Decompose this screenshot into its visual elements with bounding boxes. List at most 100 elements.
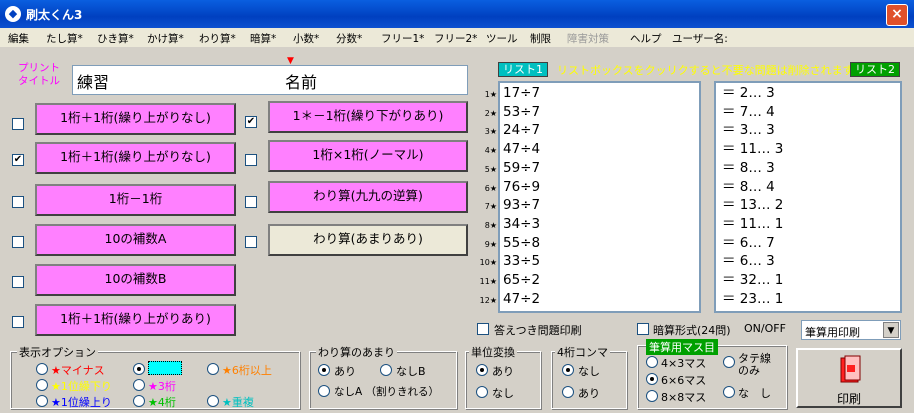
- comma-nashi-radio[interactable]: [562, 364, 574, 376]
- menu-subtraction[interactable]: ひき算*: [97, 31, 134, 46]
- opt-cyan-radio[interactable]: [133, 363, 145, 375]
- remainder-nashiA-radio[interactable]: [318, 385, 330, 397]
- menu-decimal[interactable]: 小数*: [293, 31, 319, 46]
- answer-list[interactable]: ＝ 2… 3 ＝ 7… 4 ＝ 3… 3 ＝ 11… 3 ＝ 8… 3 ＝ 8… 4 ＝ 1…: [714, 81, 902, 313]
- question-item[interactable]: 2★ 53÷7: [485, 104, 699, 121]
- menu-mental[interactable]: 暗算*: [250, 31, 276, 46]
- opt-carry-label: ★1位繰上り: [51, 396, 112, 409]
- unit-nashi-radio[interactable]: [476, 386, 488, 398]
- menu-free2[interactable]: フリー2*: [434, 31, 477, 46]
- menu-limit[interactable]: 制限: [530, 31, 551, 46]
- menu-username[interactable]: ユーザー名:: [672, 31, 728, 46]
- question-item[interactable]: 11★ 65÷2: [480, 272, 699, 289]
- right-checkbox-3[interactable]: [245, 196, 257, 208]
- print-button[interactable]: 印刷: [796, 348, 902, 408]
- list2-tab[interactable]: リスト2: [850, 62, 900, 77]
- question-item[interactable]: 10★ 33÷5: [480, 254, 699, 270]
- opt-6digit-radio[interactable]: [207, 363, 219, 375]
- comma-nashi-label: なし: [578, 365, 600, 378]
- grid-tate-radio[interactable]: [723, 356, 735, 368]
- question-item[interactable]: 6★ 76÷9: [485, 179, 699, 196]
- answer-print-checkbox[interactable]: [477, 323, 489, 335]
- opt-minus-radio[interactable]: [36, 363, 48, 375]
- answer-item[interactable]: ＝ 23… 1: [716, 291, 900, 308]
- left-button-5[interactable]: 10の補数B: [35, 264, 236, 296]
- menu-free1[interactable]: フリー1*: [381, 31, 424, 46]
- answer-item[interactable]: ＝ 11… 1: [716, 216, 900, 233]
- right-checkbox-1[interactable]: ✔: [245, 116, 257, 128]
- opt-carry-radio[interactable]: [36, 395, 48, 407]
- grid-nashi-radio[interactable]: [723, 386, 735, 398]
- grid-4x3-radio[interactable]: [646, 356, 658, 368]
- question-item[interactable]: 1★ 17÷7: [485, 85, 699, 102]
- grid-6x6-radio[interactable]: [646, 373, 658, 385]
- opt-dup-radio[interactable]: [207, 395, 219, 407]
- menu-help[interactable]: ヘルプ: [630, 31, 662, 46]
- question-item[interactable]: 7★ 93÷7: [485, 197, 699, 214]
- question-item[interactable]: 8★ 34÷3: [485, 216, 699, 233]
- mental-format-checkbox[interactable]: [637, 323, 649, 335]
- left-button-1[interactable]: 1桁＋1桁(繰り上がりなし): [35, 103, 236, 135]
- print-title-value: 練習: [77, 73, 110, 92]
- question-item[interactable]: 3★ 24÷7: [485, 122, 699, 139]
- grid-group: 筆算用マス目 4×3マス 6×6マス 8×8マス タテ線 のみ な し: [637, 339, 787, 409]
- left-checkbox-2[interactable]: ✔: [12, 154, 24, 166]
- question-item[interactable]: 9★ 55÷8: [485, 235, 699, 252]
- answer-item[interactable]: ＝ 8… 3: [716, 160, 900, 177]
- right-button-4[interactable]: わり算(あまりあり): [268, 224, 468, 256]
- question-item[interactable]: 12★ 47÷2: [480, 291, 699, 308]
- opt-minus-label: ★マイナス: [51, 364, 105, 377]
- answer-item[interactable]: ＝ 2… 3: [716, 85, 900, 102]
- right-button-3[interactable]: わり算(九九の逆算): [268, 181, 468, 213]
- right-checkbox-2[interactable]: [245, 154, 257, 166]
- question-item[interactable]: 4★ 47÷4: [485, 142, 699, 158]
- remainder-ari-radio[interactable]: [318, 364, 330, 376]
- menu-division[interactable]: わり算*: [199, 31, 236, 46]
- answer-item[interactable]: ＝ 6… 3: [716, 254, 900, 270]
- menu-multiplication[interactable]: かけ算*: [147, 31, 184, 46]
- answer-item[interactable]: ＝ 8… 4: [716, 179, 900, 196]
- left-checkbox-5[interactable]: [12, 276, 24, 288]
- comma-ari-radio[interactable]: [562, 386, 574, 398]
- left-checkbox-3[interactable]: [12, 196, 24, 208]
- opt-4digit-radio[interactable]: [133, 395, 145, 407]
- grid-8x8-radio[interactable]: [646, 390, 658, 402]
- answer-item[interactable]: ＝ 6… 7: [716, 235, 900, 252]
- question-list[interactable]: 1★ 17÷7 2★ 53÷7 3★ 24÷7 4★ 47÷4 5★ 59÷7 6★ 76÷9 7★ 93…: [480, 81, 701, 313]
- opt-borrow-radio[interactable]: [36, 379, 48, 391]
- question-number: 6★: [484, 183, 497, 193]
- answer-item[interactable]: ＝ 13… 2: [716, 198, 900, 214]
- unit-ari-radio[interactable]: [476, 364, 488, 376]
- answer-item[interactable]: ＝ 11… 3: [716, 142, 900, 158]
- opt-3digit-radio[interactable]: [133, 379, 145, 391]
- left-button-3[interactable]: 1桁－1桁: [35, 184, 236, 216]
- right-checkbox-4[interactable]: [245, 236, 257, 248]
- left-button-6[interactable]: 1桁＋1桁(繰り上がりあり): [35, 304, 236, 336]
- menu-edit[interactable]: 編集: [8, 31, 29, 46]
- app-icon: ◆: [5, 6, 21, 22]
- left-checkbox-1[interactable]: [12, 118, 24, 130]
- left-button-4[interactable]: 10の補数A: [35, 224, 236, 256]
- question-text: 24÷7: [503, 122, 541, 139]
- answer-item[interactable]: ＝ 32… 1: [716, 272, 900, 289]
- menu-addition[interactable]: たし算*: [46, 31, 83, 46]
- left-button-2[interactable]: 1桁＋1桁(繰り上がりなし): [35, 142, 236, 174]
- menu-accessibility[interactable]: 障害対策: [567, 31, 609, 46]
- left-checkbox-6[interactable]: [12, 316, 24, 328]
- print-select[interactable]: 筆算用印刷 ▼: [801, 320, 901, 340]
- answer-item[interactable]: ＝ 7… 4: [716, 104, 900, 121]
- right-button-2[interactable]: 1桁×1桁(ノーマル): [268, 140, 468, 172]
- list1-tab[interactable]: リスト1: [498, 62, 548, 77]
- remainder-nashiB-radio[interactable]: [380, 364, 392, 376]
- menu-tools[interactable]: ツール: [486, 31, 518, 46]
- print-button-label: 印刷: [837, 392, 862, 406]
- question-item[interactable]: 5★ 59÷7: [485, 160, 699, 177]
- question-text: 93÷7: [503, 197, 541, 214]
- menu-fraction[interactable]: 分数*: [336, 31, 362, 46]
- chevron-down-icon[interactable]: ▼: [883, 322, 899, 338]
- answer-item[interactable]: ＝ 3… 3: [716, 123, 900, 139]
- left-checkbox-4[interactable]: [12, 236, 24, 248]
- print-title-input[interactable]: 練習 名前: [72, 65, 468, 95]
- close-button[interactable]: ×: [886, 4, 908, 26]
- right-button-1[interactable]: 1＊－1桁(繰り下がりあり): [268, 101, 468, 133]
